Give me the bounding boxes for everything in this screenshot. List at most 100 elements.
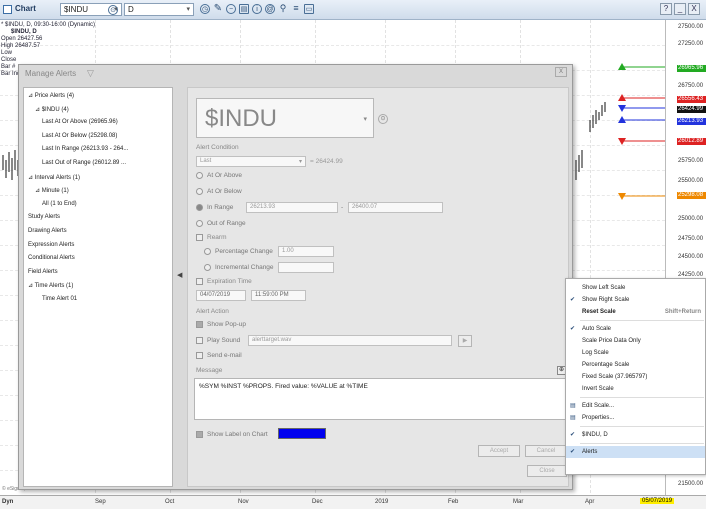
tree-item[interactable]: Last In Range (26213.93 - 264... (42, 146, 128, 152)
accept-button[interactable]: Accept (478, 445, 520, 457)
check-icon: ✔ (570, 326, 576, 332)
radio-at-or-above[interactable] (196, 172, 203, 179)
data-window-row: High 26487.57 (1, 43, 41, 49)
play-sound-checkbox[interactable] (196, 337, 203, 344)
tree-item[interactable]: ⊿ Minute (1) (35, 187, 69, 194)
dialog-close-button[interactable]: X (555, 67, 567, 77)
menu-item[interactable]: Reset Scale Shift+Return (566, 306, 705, 318)
dialog-title: Manage Alerts (25, 69, 77, 78)
menu-item[interactable]: ✔ Show Right Scale (566, 294, 705, 306)
menu-item[interactable]: ✔ Auto Scale (566, 323, 705, 335)
cancel-button[interactable]: Cancel (525, 445, 567, 457)
expiration-date[interactable]: 04/07/2019 (196, 290, 246, 301)
check-icon: ✔ (570, 432, 576, 438)
tree-item[interactable]: ⊿ $INDU (4) (35, 106, 69, 113)
menu-item[interactable]: Percentage Scale (566, 359, 705, 371)
menu-item[interactable]: Invert Scale (566, 383, 705, 395)
close-button[interactable]: X (688, 3, 700, 15)
comment-icon[interactable]: ▭ (304, 4, 314, 14)
alert-editor: $INDU ▾ ⊙ Alert Condition Last ▾ = 26424.9… (187, 87, 569, 487)
pencil-icon[interactable]: ✎ (213, 4, 223, 14)
symbol-link-icon[interactable]: ⊙ (378, 114, 388, 124)
dyn-button[interactable]: Dyn (2, 499, 13, 505)
time-axis[interactable]: Dyn Sep Oct Nov Dec 2019 Feb Mar Apr 05/… (0, 495, 706, 509)
send-email-checkbox[interactable] (196, 352, 203, 359)
data-window-row: Open 26427.56 (1, 36, 43, 42)
radio-at-or-below[interactable] (196, 188, 203, 195)
tree-item[interactable]: Last At Or Above (26965.96) (42, 119, 118, 125)
chevron-down-icon: ▾ (363, 116, 367, 123)
range-low-field[interactable]: 26213.93 (246, 202, 338, 213)
price-badge: 26213.93 (677, 118, 706, 125)
tree-item[interactable]: Study Alerts (28, 214, 60, 220)
tree-item[interactable]: Last At Or Below (25298.08) (42, 133, 117, 139)
menu-item[interactable]: ▤ Edit Scale... (566, 400, 705, 412)
info-icon[interactable]: i (252, 4, 262, 14)
menu-icon: ▤ (570, 403, 576, 409)
x-tick: Dec (312, 499, 323, 505)
window-title: Chart (15, 4, 36, 13)
play-sound-button[interactable]: ▶ (458, 335, 472, 347)
clock-icon[interactable]: ◷ (200, 4, 210, 14)
tree-item[interactable]: ⊿ Price Alerts (4) (28, 92, 74, 99)
send-email-label: Send e-mail (207, 352, 242, 359)
label-color-swatch[interactable] (278, 428, 326, 439)
collapse-icon[interactable]: ◀ (177, 271, 182, 279)
rearm-checkbox[interactable] (196, 234, 203, 241)
sound-file-field[interactable]: alerttarget.wav (248, 335, 452, 346)
minimize-button[interactable]: _ (674, 3, 686, 15)
check-icon: ✔ (570, 297, 576, 303)
help-button[interactable]: ? (660, 3, 672, 15)
show-popup-checkbox[interactable] (196, 321, 203, 328)
tree-item[interactable]: Expression Alerts (28, 242, 74, 248)
tree-item[interactable]: ⊿ Time Alerts (1) (28, 282, 73, 289)
alerts-tree[interactable]: ⊿ Price Alerts (4) ⊿ $INDU (4) Last At Or … (23, 87, 173, 487)
link-icon[interactable]: ⊙ (108, 5, 118, 15)
tree-item[interactable]: Last Out of Range (26012.89 ... (42, 160, 126, 166)
radio-inc-change[interactable] (204, 264, 211, 271)
data-window-header: * $INDU, D, 09:30-16:00 (Dynamic) (1, 22, 96, 28)
expiration-time[interactable]: 11:59:00 PM (251, 290, 306, 301)
symbol-field[interactable]: $INDU ▾ (196, 98, 374, 138)
menu-item[interactable]: ▤ Properties... (566, 412, 705, 424)
pct-change-label: Percentage Change (215, 248, 273, 255)
filter-icon[interactable]: ▽ (87, 68, 94, 79)
tree-item[interactable]: Conditional Alerts (28, 255, 75, 261)
range-high-field[interactable]: 26400.07 (348, 202, 443, 213)
expiration-checkbox[interactable] (196, 278, 203, 285)
menu-item-label: Log Scale (582, 350, 609, 356)
price-tick: 25000.00 (678, 216, 704, 222)
show-label-checkbox[interactable] (196, 431, 203, 438)
interval-combo[interactable]: D ▾ (124, 3, 194, 16)
tree-item[interactable]: ⊿ Interval Alerts (1) (28, 174, 80, 181)
condition-field[interactable]: Last ▾ (196, 156, 306, 167)
menu-separator (580, 397, 704, 398)
inc-change-field[interactable] (278, 262, 334, 273)
tree-item[interactable]: Field Alerts (28, 269, 58, 275)
equals-icon[interactable]: ≡ (291, 4, 301, 14)
wand-icon[interactable]: ⚲ (278, 4, 288, 14)
message-textarea[interactable]: %SYM %INST %PROPS. Fired value: %VALUE a… (194, 378, 566, 420)
menu-item[interactable]: ✔ $INDU, D (566, 429, 705, 441)
radio-pct-change[interactable] (204, 248, 211, 255)
range-separator: - (341, 204, 344, 211)
menu-item[interactable]: ✔ Alerts (566, 446, 705, 458)
scale-context-menu: Show Left Scale ✔ Show Right Scale Reset Sc… (565, 278, 706, 475)
book-icon[interactable]: ▤ (239, 4, 249, 14)
minus-circle-icon[interactable]: − (226, 4, 236, 14)
menu-item-label: Fixed Scale (37.965797) (582, 374, 648, 380)
pct-change-field[interactable]: 1.00 (278, 246, 334, 257)
alert-condition-heading: Alert Condition (196, 144, 239, 151)
menu-item[interactable]: Log Scale (566, 347, 705, 359)
radio-in-range[interactable] (196, 204, 203, 211)
current-date-badge: 05/07/2019 (640, 498, 675, 504)
radio-out-of-range[interactable] (196, 220, 203, 227)
alert-icon[interactable]: @ (265, 4, 275, 14)
tree-item[interactable]: All (1 to End) (42, 201, 77, 207)
menu-item[interactable]: Show Left Scale (566, 282, 705, 294)
tree-item[interactable]: Drawing Alerts (28, 228, 67, 234)
menu-item[interactable]: Scale Price Data Only (566, 335, 705, 347)
close-dialog-button[interactable]: Close (527, 465, 567, 477)
menu-item[interactable]: Fixed Scale (37.965797) (566, 371, 705, 383)
tree-item[interactable]: Time Alert 01 (42, 296, 77, 302)
